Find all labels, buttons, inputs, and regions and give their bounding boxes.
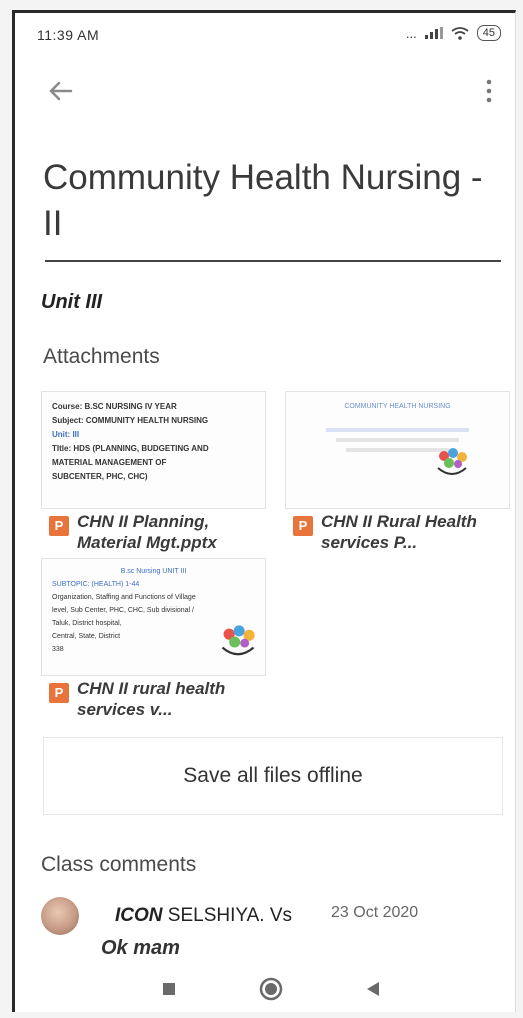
nav-back-button[interactable] [355, 971, 391, 1007]
attachment-thumbnail: Course: B.SC NURSING IV YEAR Subject: CO… [41, 391, 266, 509]
system-nav-bar [15, 971, 515, 1011]
comment-author-prefix: ICON [115, 905, 163, 926]
comment-author: ICON SELSHIYA. Vs [115, 905, 292, 927]
save-offline-button[interactable]: Save all files offline [43, 737, 503, 815]
attachment-name: CHN II rural health services v... [77, 679, 226, 719]
attachment-thumbnail: B.sc Nursing UNIT III SUBTOPIC: (HEALTH)… [41, 558, 266, 676]
triangle-back-icon [367, 982, 379, 996]
status-icons: ... 45 [406, 25, 501, 41]
assignment-description: Unit III [41, 291, 103, 313]
home-button[interactable] [253, 971, 289, 1007]
thumb-line: MATERIAL MANAGEMENT OF [52, 458, 167, 467]
arrow-left-icon [49, 81, 73, 101]
recents-button[interactable] [151, 971, 187, 1007]
thumb-line: B.sc Nursing UNIT III [120, 568, 187, 575]
attachment-card[interactable]: Course: B.SC NURSING IV YEAR Subject: CO… [41, 391, 271, 552]
circle-icon [259, 977, 283, 1001]
battery-icon: 45 [476, 25, 501, 41]
back-button[interactable] [41, 71, 81, 111]
thumb-line: SUBTOPIC: (HEALTH) 1-44 [52, 581, 140, 588]
thumb-line: Course: B.SC NURSING IV YEAR [52, 402, 177, 411]
avatar[interactable] [41, 897, 79, 935]
notification-dots-icon: ... [405, 25, 417, 41]
signal-icon [424, 27, 443, 39]
thumb-line: level, Sub Center, PHC, CHC, Sub divisio… [52, 607, 195, 614]
more-vert-icon [486, 79, 492, 103]
comment-date: 23 Oct 2020 [331, 904, 419, 921]
attachment-name: CHN II Rural Health services P... [321, 512, 477, 552]
page-title: Community Health Nursing - II [43, 158, 483, 243]
wifi-icon [451, 26, 469, 40]
comment-text: Ok mam [101, 937, 180, 959]
thumb-line: Organization, Staffing and Functions of … [52, 594, 196, 601]
status-time: 11:39 AM [37, 27, 100, 43]
thumb-line: Subject: COMMUNITY HEALTH NURSING [52, 416, 209, 425]
comment-author-name: SELSHIYA. Vs [167, 905, 293, 926]
attachment-name: CHN II Planning, Material Mgt.pptx [77, 512, 217, 552]
title-divider [45, 260, 501, 262]
attachment-card[interactable]: COMMUNITY HEALTH NURSING P CHN II Rural … [285, 391, 515, 552]
health-hands-icon [437, 448, 467, 475]
class-comments-heading: Class comments [41, 853, 197, 876]
attachment-card[interactable]: B.sc Nursing UNIT III SUBTOPIC: (HEALTH)… [41, 558, 271, 719]
powerpoint-icon: P [293, 516, 313, 536]
status-bar: 11:39 AM ... 45 [15, 13, 515, 57]
top-app-bar [15, 67, 515, 117]
thumb-line: Unit: III [52, 430, 80, 439]
thumb-line: COMMUNITY HEALTH NURSING [344, 403, 451, 410]
powerpoint-icon: P [49, 516, 69, 536]
attachment-thumbnail: COMMUNITY HEALTH NURSING [285, 391, 510, 509]
square-icon [163, 983, 175, 995]
powerpoint-icon: P [49, 683, 69, 703]
thumb-line: TItle: HDS (PLANNING, BUDGETING AND [52, 444, 209, 453]
thumb-line: SUBCENTER, PHC, CHC) [52, 472, 148, 481]
phone-screen: 11:39 AM ... 45 Community Health Nursing… [12, 10, 516, 1012]
health-hands-icon [221, 625, 255, 656]
more-options-button[interactable] [477, 73, 501, 109]
attachments-heading: Attachments [43, 345, 160, 368]
